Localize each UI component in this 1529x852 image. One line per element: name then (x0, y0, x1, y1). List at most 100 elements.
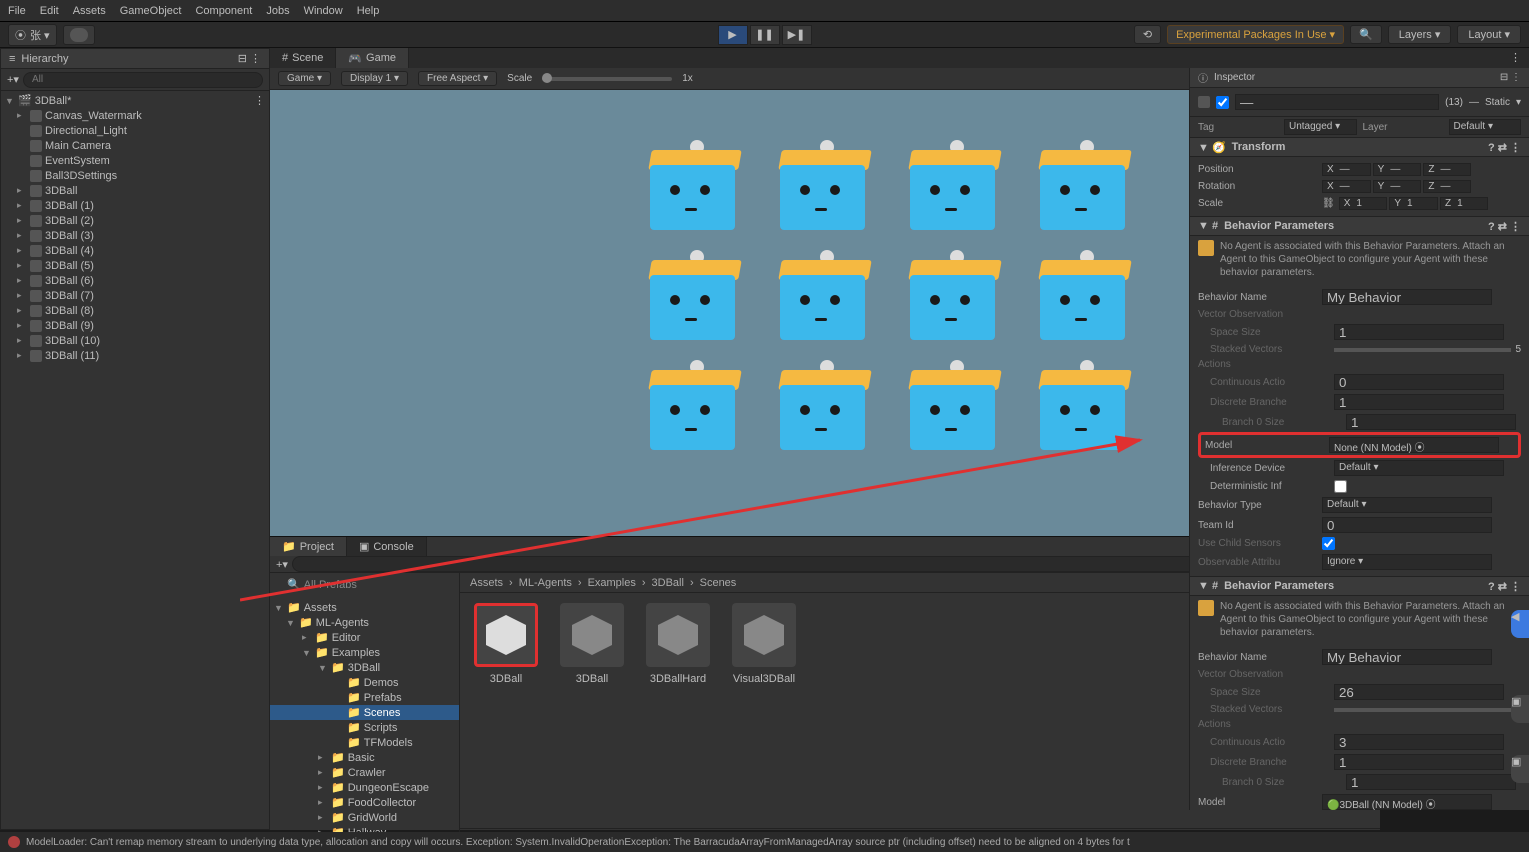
continuous-input[interactable] (1334, 734, 1504, 750)
inference-dropdown[interactable]: Default ▾ (1334, 460, 1504, 476)
hierarchy-item[interactable]: ▸3DBall (2) (1, 213, 269, 228)
folder-row[interactable]: ▸📁 GridWorld (270, 810, 459, 825)
menu-help[interactable]: Help (357, 5, 380, 17)
menu-component[interactable]: Component (195, 5, 252, 17)
tab-scene[interactable]: # Scene (270, 48, 336, 68)
folder-row[interactable]: 📁 Prefabs (270, 690, 459, 705)
breadcrumb-item[interactable]: ML-Agents (519, 577, 572, 589)
cloud-button[interactable] (63, 25, 95, 45)
hierarchy-item[interactable]: ▸3DBall (1, 183, 269, 198)
hierarchy-item[interactable]: Main Camera (1, 138, 269, 153)
menu-gameobject[interactable]: GameObject (120, 5, 182, 17)
create-asset-dropdown[interactable]: +▾ (276, 558, 288, 571)
behavior-name-input[interactable] (1322, 649, 1492, 665)
hierarchy-item[interactable]: ▸3DBall (9) (1, 318, 269, 333)
side-tab-3[interactable]: ▣ (1511, 755, 1529, 783)
menu-edit[interactable]: Edit (40, 5, 59, 17)
branch-input[interactable] (1346, 774, 1516, 790)
space-size-input[interactable] (1334, 684, 1504, 700)
breadcrumb-item[interactable]: Examples (588, 577, 636, 589)
component-header-transform[interactable]: ▼ 🧭 Transform? ⇄ ⋮ (1190, 137, 1529, 157)
undo-history-button[interactable]: ⟲ (1134, 25, 1161, 44)
space-size-input[interactable] (1334, 324, 1504, 340)
tab-project[interactable]: 📁 Project (270, 537, 347, 556)
menu-assets[interactable]: Assets (73, 5, 106, 17)
stacked-slider[interactable] (1334, 348, 1511, 352)
folder-row[interactable]: 📁 Scripts (270, 720, 459, 735)
hierarchy-item[interactable]: ▸3DBall (4) (1, 243, 269, 258)
layout-dropdown[interactable]: Layout ▾ (1457, 25, 1521, 44)
search-button[interactable]: 🔍 (1350, 25, 1382, 44)
side-tab-2[interactable]: ▣ (1511, 695, 1529, 723)
folder-row[interactable]: 📁 Demos (270, 675, 459, 690)
menu-jobs[interactable]: Jobs (266, 5, 289, 17)
account-button[interactable]: ⦿ 张 ▾ (8, 24, 57, 46)
folder-row[interactable]: 🔍 All Prefabs (270, 577, 459, 592)
team-id-input[interactable] (1322, 517, 1492, 533)
display-dropdown[interactable]: Display 1 ▾ (341, 71, 408, 86)
asset-item[interactable]: Visual3DBall (728, 603, 800, 818)
static-dropdown[interactable]: Static (1485, 97, 1510, 108)
menu-file[interactable]: File (8, 5, 26, 17)
game-camera-dropdown[interactable]: Game ▾ (278, 71, 331, 86)
folder-row[interactable]: ▸📁 Basic (270, 750, 459, 765)
discrete-input[interactable] (1334, 394, 1504, 410)
branch-input[interactable] (1346, 414, 1516, 430)
step-button[interactable]: ▶❚ (782, 25, 812, 45)
model-object-field[interactable]: 🟢3DBall (NN Model) ⦿ (1322, 794, 1492, 810)
behavior-name-input[interactable] (1322, 289, 1492, 305)
discrete-input[interactable] (1334, 754, 1504, 770)
hierarchy-item[interactable]: Directional_Light (1, 123, 269, 138)
project-search-input[interactable] (292, 556, 1302, 572)
hierarchy-item[interactable]: ▸3DBall (11) (1, 348, 269, 363)
hierarchy-item[interactable]: ▸3DBall (6) (1, 273, 269, 288)
hierarchy-item[interactable]: ▸Canvas_Watermark (1, 108, 269, 123)
folder-row[interactable]: ▸📁 FoodCollector (270, 795, 459, 810)
hierarchy-tab[interactable]: ≡ Hierarchy⊟ ⋮ (1, 49, 269, 69)
menu-window[interactable]: Window (304, 5, 343, 17)
component-header-behavior-params[interactable]: ▼ # Behavior Parameters? ⇄ ⋮ (1190, 216, 1529, 236)
aspect-dropdown[interactable]: Free Aspect ▾ (418, 71, 497, 86)
folder-row[interactable]: 📁 TFModels (270, 735, 459, 750)
breadcrumb-item[interactable]: 3DBall (652, 577, 684, 589)
hierarchy-item[interactable]: ▸3DBall (1) (1, 198, 269, 213)
folder-row[interactable]: ▼📁 3DBall (270, 660, 459, 675)
folder-row[interactable]: ▸📁 Editor (270, 630, 459, 645)
inspector-tab[interactable]: ⓘ Inspector⊟ ⋮ (1190, 68, 1529, 88)
hierarchy-item[interactable]: ▸3DBall (8) (1, 303, 269, 318)
gameobject-name-input[interactable] (1235, 94, 1439, 110)
folder-row[interactable]: ▸📁 DungeonEscape (270, 780, 459, 795)
asset-item[interactable]: 3DBall (556, 603, 628, 818)
hierarchy-scene-row[interactable]: ▼🎬 3DBall*⋮ (1, 93, 269, 108)
tab-console[interactable]: ▣ Console (347, 537, 427, 556)
folder-row[interactable]: ▼📁 Examples (270, 645, 459, 660)
folder-row-selected[interactable]: 📁 Scenes (270, 705, 459, 720)
constrain-scale-icon[interactable]: ⛓ (1322, 198, 1335, 209)
continuous-input[interactable] (1334, 374, 1504, 390)
deterministic-checkbox[interactable] (1334, 480, 1347, 493)
breadcrumb-item[interactable]: Scenes (700, 577, 737, 589)
folder-row[interactable]: ▼📁 ML-Agents (270, 615, 459, 630)
tab-game[interactable]: 🎮 Game (336, 48, 409, 68)
pause-button[interactable]: ❚❚ (750, 25, 780, 45)
observable-dropdown[interactable]: Ignore ▾ (1322, 554, 1492, 570)
stacked-slider[interactable] (1334, 708, 1511, 712)
asset-item-selected[interactable]: 3DBall (470, 603, 542, 818)
asset-item[interactable]: 3DBallHard (642, 603, 714, 818)
folder-row[interactable]: ▸📁 Crawler (270, 765, 459, 780)
experimental-packages-badge[interactable]: Experimental Packages In Use ▾ (1167, 25, 1344, 44)
layer-dropdown[interactable]: Default ▾ (1449, 119, 1522, 135)
tag-dropdown[interactable]: Untagged ▾ (1284, 119, 1357, 135)
hierarchy-item[interactable]: ▸3DBall (5) (1, 258, 269, 273)
create-dropdown[interactable]: +▾ (7, 73, 19, 86)
panel-menu-icon[interactable]: ⋮ (1502, 48, 1529, 68)
folder-row[interactable]: ▼📁 Assets (270, 600, 459, 615)
hierarchy-item[interactable]: ▸3DBall (7) (1, 288, 269, 303)
hierarchy-item[interactable]: ▸3DBall (3) (1, 228, 269, 243)
play-button[interactable]: ▶ (718, 25, 748, 45)
component-header-behavior-params-2[interactable]: ▼ # Behavior Parameters? ⇄ ⋮ (1190, 576, 1529, 596)
child-sensors-checkbox[interactable] (1322, 537, 1335, 550)
model-object-field[interactable]: None (NN Model) ⦿ (1329, 437, 1499, 453)
hierarchy-item[interactable]: ▸3DBall (10) (1, 333, 269, 348)
behavior-type-dropdown[interactable]: Default ▾ (1322, 497, 1492, 513)
